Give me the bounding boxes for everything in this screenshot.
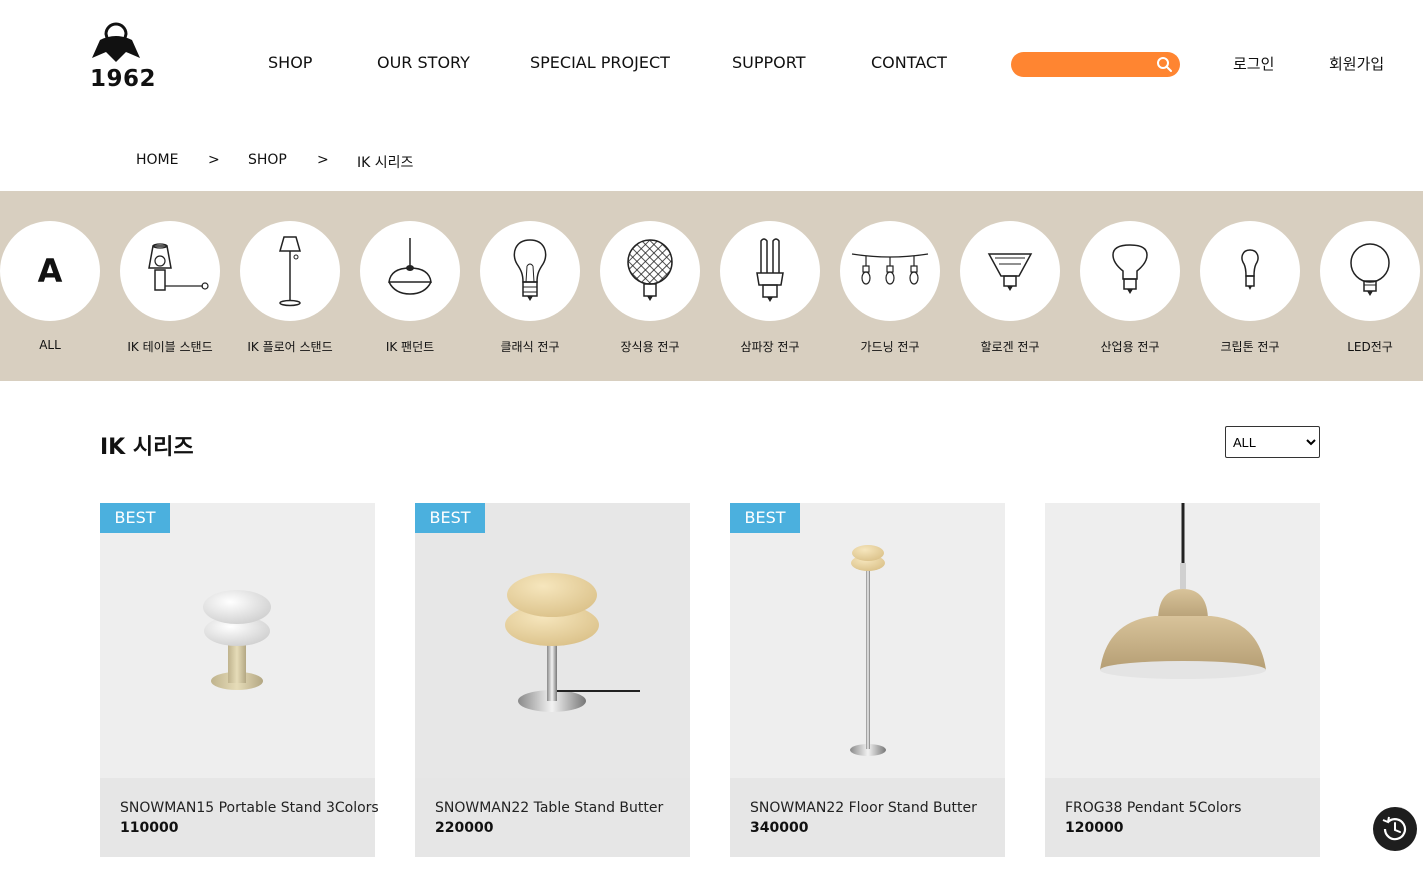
category-led-bulb[interactable]: LED전구 xyxy=(1310,221,1423,361)
category-all[interactable]: A ALL xyxy=(0,221,110,361)
sort-select[interactable]: ALL xyxy=(1225,426,1320,458)
nav-special-project[interactable]: SPECIAL PROJECT xyxy=(530,53,670,72)
search-button[interactable] xyxy=(1155,55,1174,74)
category-circle xyxy=(1320,221,1420,321)
breadcrumb-home[interactable]: HOME xyxy=(136,152,178,168)
signup-link[interactable]: 회원가입 xyxy=(1329,53,1384,74)
product-image[interactable] xyxy=(415,503,690,778)
product-name[interactable]: FROG38 Pendant 5Colors xyxy=(1065,800,1241,816)
product-name[interactable]: SNOWMAN15 Portable Stand 3Colors xyxy=(120,800,379,816)
history-clock-icon xyxy=(1382,816,1407,841)
nav-shop[interactable]: SHOP xyxy=(268,53,312,72)
product-card[interactable]: BEST SNOWMAN22 Table Stand Butter 220000 xyxy=(415,503,690,857)
product-price: 120000 xyxy=(1065,820,1124,836)
product-card[interactable]: BEST SNOWMAN22 Floor Stand Butter 340000 xyxy=(730,503,1005,857)
halogen-bulb-icon xyxy=(987,253,1033,291)
product-image[interactable] xyxy=(1045,503,1320,778)
product-image[interactable] xyxy=(100,503,375,778)
lamp-logo-icon xyxy=(92,22,140,62)
category-label: ALL xyxy=(39,338,61,352)
best-badge: BEST xyxy=(415,503,485,533)
category-circle xyxy=(840,221,940,321)
letter-a-icon: A xyxy=(37,252,63,290)
category-label: 할로겐 전구 xyxy=(980,340,1040,354)
pendant-lamp-image xyxy=(1100,503,1266,679)
category-halogen-bulb[interactable]: 할로겐 전구 xyxy=(950,221,1070,361)
product-name[interactable]: SNOWMAN22 Table Stand Butter xyxy=(435,800,663,816)
product-price: 340000 xyxy=(750,820,809,836)
product-info: SNOWMAN15 Portable Stand 3Colors 110000 xyxy=(100,778,379,857)
breadcrumb-separator: > xyxy=(208,152,220,168)
product-info: FROG38 Pendant 5Colors 120000 xyxy=(1045,778,1320,857)
category-cfl-bulb[interactable]: 삼파장 전구 xyxy=(710,221,830,361)
nav-support[interactable]: SUPPORT xyxy=(732,53,805,72)
search-icon xyxy=(1157,57,1172,72)
product-price: 110000 xyxy=(120,820,179,836)
table-stand-lamp-image xyxy=(505,573,640,712)
category-circle xyxy=(120,221,220,321)
category-label: 삼파장 전구 xyxy=(740,340,800,354)
category-ik-pendant[interactable]: IK 팬던트 xyxy=(350,221,470,361)
category-label: 크립톤 전구 xyxy=(1220,340,1280,354)
table-lamp-icon xyxy=(148,243,209,291)
category-krypton-bulb[interactable]: 크립톤 전구 xyxy=(1190,221,1310,361)
search-bar xyxy=(1011,52,1180,77)
category-circle: A xyxy=(0,221,100,321)
category-circle xyxy=(1200,221,1300,321)
classic-bulb-icon xyxy=(513,239,547,301)
product-card[interactable]: FROG38 Pendant 5Colors 120000 xyxy=(1045,503,1320,857)
portable-stand-lamp-image xyxy=(203,590,271,690)
brand-year: 1962 xyxy=(90,66,157,92)
krypton-bulb-icon xyxy=(1241,249,1259,290)
floor-lamp-icon xyxy=(279,236,301,307)
product-info: SNOWMAN22 Table Stand Butter 220000 xyxy=(415,778,690,857)
best-badge: BEST xyxy=(100,503,170,533)
nav-our-story[interactable]: OUR STORY xyxy=(377,53,470,72)
section-title: IK 시리즈 xyxy=(100,435,194,460)
category-circle xyxy=(240,221,340,321)
category-industrial-bulb[interactable]: 산업용 전구 xyxy=(1070,221,1190,361)
product-image[interactable] xyxy=(730,503,1005,778)
login-link[interactable]: 로그인 xyxy=(1233,53,1274,74)
product-name[interactable]: SNOWMAN22 Floor Stand Butter xyxy=(750,800,977,816)
breadcrumb-separator: > xyxy=(317,152,329,168)
floor-stand-lamp-image xyxy=(850,545,886,756)
category-decorative-bulb[interactable]: 장식용 전구 xyxy=(590,221,710,361)
cfl-bulb-icon xyxy=(756,238,784,302)
category-circle xyxy=(360,221,460,321)
category-label: 가드닝 전구 xyxy=(860,340,920,354)
category-label: IK 테이블 스탠드 xyxy=(127,340,213,354)
category-gardening-bulb[interactable]: 가드닝 전구 xyxy=(830,221,950,361)
category-label: IK 플로어 스탠드 xyxy=(247,340,333,354)
category-label: IK 팬던트 xyxy=(385,340,435,354)
nav-contact[interactable]: CONTACT xyxy=(871,53,947,72)
product-card[interactable]: BEST SNOWMAN15 Portable Stand 3Colors 11… xyxy=(100,503,379,857)
category-ik-floor-stand[interactable]: IK 플로어 스탠드 xyxy=(230,221,350,361)
category-circle xyxy=(1080,221,1180,321)
recent-history-button[interactable] xyxy=(1373,807,1417,851)
industrial-bulb-icon xyxy=(1112,244,1148,294)
led-bulb-icon xyxy=(1350,243,1390,296)
decorative-bulb-icon xyxy=(627,239,673,301)
string-lights-icon xyxy=(851,253,929,285)
category-label: 장식용 전구 xyxy=(620,340,680,354)
product-info: SNOWMAN22 Floor Stand Butter 340000 xyxy=(730,778,1005,857)
category-ik-table-stand[interactable]: IK 테이블 스탠드 xyxy=(110,221,230,361)
breadcrumb-current: IK 시리즈 xyxy=(357,155,414,171)
product-price: 220000 xyxy=(435,820,494,836)
site-header: 1962 SHOP OUR STORY SPECIAL PROJECT SUPP… xyxy=(0,0,1423,120)
category-circle xyxy=(720,221,820,321)
breadcrumb-shop[interactable]: SHOP xyxy=(248,152,287,168)
category-label: 클래식 전구 xyxy=(500,340,560,354)
best-badge: BEST xyxy=(730,503,800,533)
pendant-lamp-icon xyxy=(388,238,432,295)
category-label: 산업용 전구 xyxy=(1100,340,1160,354)
search-input[interactable] xyxy=(1023,55,1153,74)
category-circle xyxy=(600,221,700,321)
category-circle xyxy=(480,221,580,321)
category-band: A ALL IK 테이블 스탠드 IK 플로어 스탠드 IK 팬던트 클래식 전… xyxy=(0,191,1423,381)
category-label: LED전구 xyxy=(1347,340,1393,354)
category-classic-bulb[interactable]: 클래식 전구 xyxy=(470,221,590,361)
category-circle xyxy=(960,221,1060,321)
